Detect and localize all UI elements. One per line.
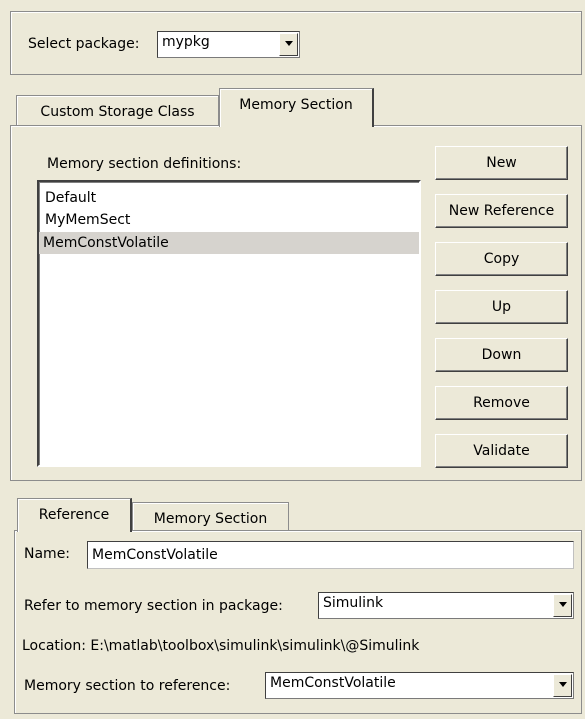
package-dropdown-value: mypkg [162, 34, 210, 50]
chevron-down-icon[interactable] [553, 674, 572, 697]
new-button[interactable]: New [435, 146, 568, 180]
refer-package-label: Refer to memory section in package: [24, 598, 283, 614]
memory-section-list[interactable]: Default MyMemSect MemConstVolatile [37, 180, 421, 467]
memory-section-definitions-label: Memory section definitions: [47, 156, 242, 172]
validate-button[interactable]: Validate [435, 434, 568, 468]
remove-button[interactable]: Remove [435, 386, 568, 420]
package-dropdown[interactable]: mypkg [157, 31, 300, 58]
copy-button[interactable]: Copy [435, 242, 568, 276]
chevron-down-icon[interactable] [279, 33, 298, 56]
tab-custom-storage-class[interactable]: Custom Storage Class [16, 95, 219, 125]
down-button[interactable]: Down [435, 338, 568, 372]
chevron-down-icon[interactable] [553, 594, 572, 617]
location-text: Location: E:\matlab\toolbox\simulink\sim… [22, 638, 420, 654]
memory-section-reference-dropdown[interactable]: MemConstVolatile [265, 672, 574, 699]
list-item[interactable]: MyMemSect [41, 209, 417, 231]
select-package-label: Select package: [28, 36, 140, 52]
memory-section-reference-value: MemConstVolatile [270, 675, 396, 691]
list-item[interactable]: MemConstVolatile [39, 232, 419, 254]
name-label: Name: [24, 546, 71, 562]
new-reference-button[interactable]: New Reference [435, 194, 568, 228]
up-button[interactable]: Up [435, 290, 568, 324]
reference-package-value: Simulink [323, 595, 384, 611]
tab-memory-section[interactable]: Memory Section [219, 88, 374, 127]
tab-reference[interactable]: Reference [17, 498, 132, 532]
list-item[interactable]: Default [41, 187, 417, 209]
name-field[interactable]: MemConstVolatile [87, 541, 574, 569]
reference-package-dropdown[interactable]: Simulink [318, 592, 574, 619]
tab-memory-section-detail[interactable]: Memory Section [132, 502, 289, 532]
memory-section-to-reference-label: Memory section to reference: [24, 678, 231, 694]
